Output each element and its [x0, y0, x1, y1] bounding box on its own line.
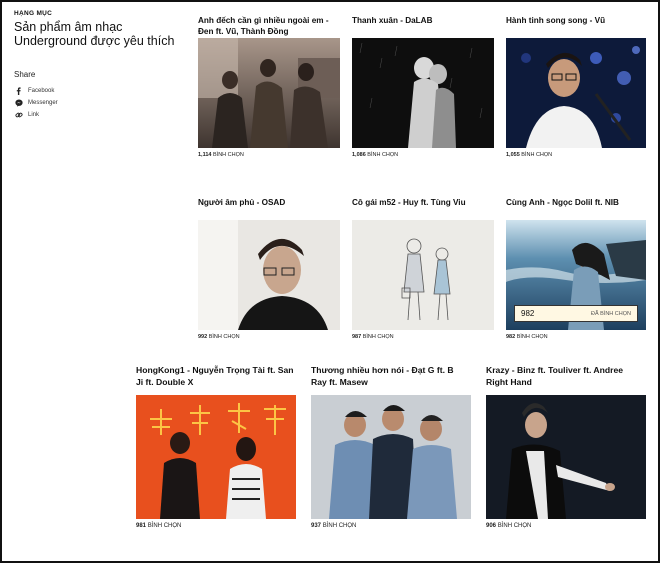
messenger-icon: [14, 99, 23, 108]
song-cover-image[interactable]: 982 ĐÃ BÌNH CHỌN: [506, 220, 646, 330]
vote-action-count: 982: [521, 309, 535, 318]
song-title: Krazy - Binz ft. Touliver ft. Andree Rig…: [486, 365, 624, 387]
vote-count: 906 BÌNH CHỌN: [486, 523, 532, 529]
song-title: Thương nhiều hơn nói - Đạt G ft. B Ray f…: [311, 365, 454, 387]
song-card-2[interactable]: Thanh xuân - DaLAB 1,086 BÌNH CHỌN: [352, 16, 494, 158]
vote-count: 1,055 BÌNH CHỌN: [506, 152, 553, 158]
song-cover-image[interactable]: [136, 395, 296, 519]
page-frame: HẠNG MỤC Sản phẩm âm nhạc Underground đư…: [0, 0, 660, 563]
vote-count: 982 BÌNH CHỌN: [506, 334, 548, 340]
vote-count: 987 BÌNH CHỌN: [352, 334, 394, 340]
vote-count: 1,114 BÌNH CHỌN: [198, 152, 244, 158]
vote-count: 1,086 BÌNH CHỌN: [352, 152, 399, 158]
link-icon: [14, 111, 23, 120]
song-card-4[interactable]: Người âm phủ - OSAD 992 BÌNH CHỌN: [198, 198, 340, 340]
song-title: Cùng Anh - Ngọc Dolil ft. NIB: [506, 198, 619, 207]
share-messenger-label: Messenger: [28, 100, 58, 106]
share-link-label: Link: [28, 112, 40, 118]
share-facebook-label: Facebook: [28, 88, 55, 94]
song-cover-image[interactable]: [352, 38, 494, 148]
song-card-5[interactable]: Cô gái m52 - Huy ft. Tùng Viu 987 BÌNH C…: [352, 198, 494, 340]
song-title: Cô gái m52 - Huy ft. Tùng Viu: [352, 198, 466, 207]
vote-count: 981 BÌNH CHỌN: [136, 523, 182, 529]
song-title: Thanh xuân - DaLAB: [352, 16, 433, 25]
vote-count: 992 BÌNH CHỌN: [198, 334, 240, 340]
song-cover-image[interactable]: [311, 395, 471, 519]
category-title: Sản phẩm âm nhạc Underground được yêu th…: [14, 20, 175, 48]
song-cover-image[interactable]: [352, 220, 494, 330]
share-heading: Share: [14, 70, 36, 79]
share-facebook[interactable]: Facebook: [14, 85, 184, 97]
song-card-7[interactable]: HongKong1 - Nguyễn Trọng Tài ft. San Ji …: [136, 365, 296, 529]
sidebar: HẠNG MỤC Sản phẩm âm nhạc Underground đư…: [14, 10, 184, 121]
song-card-1[interactable]: Anh đếch cần gì nhiều ngoài em - Đen ft.…: [198, 16, 340, 158]
share-messenger[interactable]: Messenger: [14, 97, 184, 109]
song-cover-image[interactable]: [198, 220, 340, 330]
share-link[interactable]: Link: [14, 109, 184, 121]
song-card-3[interactable]: Hành tinh song song - Vũ 1,055 BÌNH CHỌN: [506, 16, 646, 158]
song-title: Người âm phủ - OSAD: [198, 198, 286, 207]
song-title: HongKong1 - Nguyễn Trọng Tài ft. San Ji …: [136, 365, 294, 387]
song-cover-image[interactable]: [506, 38, 646, 148]
voted-button[interactable]: ĐÃ BÌNH CHỌN: [591, 311, 631, 317]
song-card-9[interactable]: Krazy - Binz ft. Touliver ft. Andree Rig…: [486, 365, 646, 529]
song-cover-image[interactable]: [198, 38, 340, 148]
song-card-6[interactable]: Cùng Anh - Ngọc Dolil ft. NIB 982 ĐÃ BÌN…: [506, 198, 646, 340]
song-card-8[interactable]: Thương nhiều hơn nói - Đạt G ft. B Ray f…: [311, 365, 471, 529]
song-title: Hành tinh song song - Vũ: [506, 16, 606, 25]
vote-count: 937 BÌNH CHỌN: [311, 523, 357, 529]
category-label: HẠNG MỤC: [14, 10, 53, 17]
vote-action-bar: 982 ĐÃ BÌNH CHỌN: [514, 305, 638, 322]
song-title: Anh đếch cần gì nhiều ngoài em - Đen ft.…: [198, 16, 329, 36]
song-cover-image[interactable]: [486, 395, 646, 519]
facebook-icon: [14, 87, 23, 96]
